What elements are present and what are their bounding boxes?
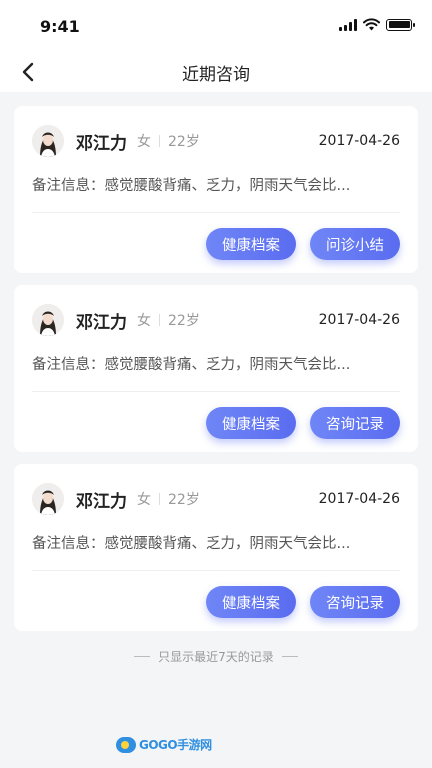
nav-bar: 近期咨询: [0, 52, 432, 92]
avatar: [32, 304, 64, 336]
cellular-signal-icon: [339, 18, 357, 31]
watermark: GOGO手游网: [116, 736, 212, 753]
remark-text: 备注信息：感觉腰酸背痛、乏力，阴雨天气会比...: [32, 357, 351, 373]
patient-gender: 女: [137, 492, 151, 508]
patient-header: 邓江力 女 22岁 2017-04-26: [32, 303, 400, 337]
status-icons: [339, 18, 415, 31]
dash-divider: [134, 656, 151, 657]
patient-header: 邓江力 女 22岁 2017-04-26: [32, 482, 400, 516]
patient-age: 22岁: [168, 492, 200, 508]
consultation-date: 2017-04-26: [318, 491, 400, 507]
footer-note: 只显示最近7天的记录: [0, 648, 432, 665]
card-divider: [32, 391, 400, 392]
patient-name: 邓江力: [76, 491, 127, 512]
consultation-card[interactable]: 邓江力 女 22岁 2017-04-26 备注信息：感觉腰酸背痛、乏力，阴雨天气…: [14, 106, 418, 273]
dash-divider: [281, 656, 298, 657]
consultation-card[interactable]: 邓江力 女 22岁 2017-04-26 备注信息：感觉腰酸背痛、乏力，阴雨天气…: [14, 285, 418, 452]
patient-header: 邓江力 女 22岁 2017-04-26: [32, 124, 400, 158]
avatar: [32, 125, 64, 157]
patient-gender: 女: [137, 313, 151, 329]
consultation-summary-button[interactable]: 问诊小结: [310, 228, 400, 260]
battery-icon: [386, 18, 415, 31]
patient-age: 22岁: [168, 134, 200, 150]
status-time: 9:41: [40, 17, 80, 36]
page-title: 近期咨询: [182, 65, 250, 85]
avatar: [32, 483, 64, 515]
divider: [159, 493, 160, 505]
card-divider: [32, 212, 400, 213]
patient-name: 邓江力: [76, 133, 127, 154]
remark-text: 备注信息：感觉腰酸背痛、乏力，阴雨天气会比...: [32, 536, 351, 552]
health-record-button[interactable]: 健康档案: [206, 586, 296, 618]
wifi-icon: [363, 18, 380, 31]
consultation-card[interactable]: 邓江力 女 22岁 2017-04-26 备注信息：感觉腰酸背痛、乏力，阴雨天气…: [14, 464, 418, 631]
footer-note-text: 只显示最近7天的记录: [158, 650, 274, 664]
divider: [159, 314, 160, 326]
card-divider: [32, 570, 400, 571]
health-record-button[interactable]: 健康档案: [206, 407, 296, 439]
consultation-record-button[interactable]: 咨询记录: [310, 407, 400, 439]
consultation-date: 2017-04-26: [318, 133, 400, 149]
remark-text: 备注信息：感觉腰酸背痛、乏力，阴雨天气会比...: [32, 178, 351, 194]
divider: [159, 135, 160, 147]
consultation-list: 邓江力 女 22岁 2017-04-26 备注信息：感觉腰酸背痛、乏力，阴雨天气…: [14, 106, 418, 643]
patient-name: 邓江力: [76, 312, 127, 333]
card-actions: 健康档案 咨询记录: [206, 586, 400, 618]
consultation-record-button[interactable]: 咨询记录: [310, 586, 400, 618]
watermark-logo-icon: [116, 736, 136, 753]
watermark-text: GOGO手游网: [139, 738, 212, 752]
status-bar: 9:41: [0, 0, 432, 52]
consultation-date: 2017-04-26: [318, 312, 400, 328]
health-record-button[interactable]: 健康档案: [206, 228, 296, 260]
patient-age: 22岁: [168, 313, 200, 329]
patient-gender: 女: [137, 134, 151, 150]
card-actions: 健康档案 问诊小结: [206, 228, 400, 260]
card-actions: 健康档案 咨询记录: [206, 407, 400, 439]
